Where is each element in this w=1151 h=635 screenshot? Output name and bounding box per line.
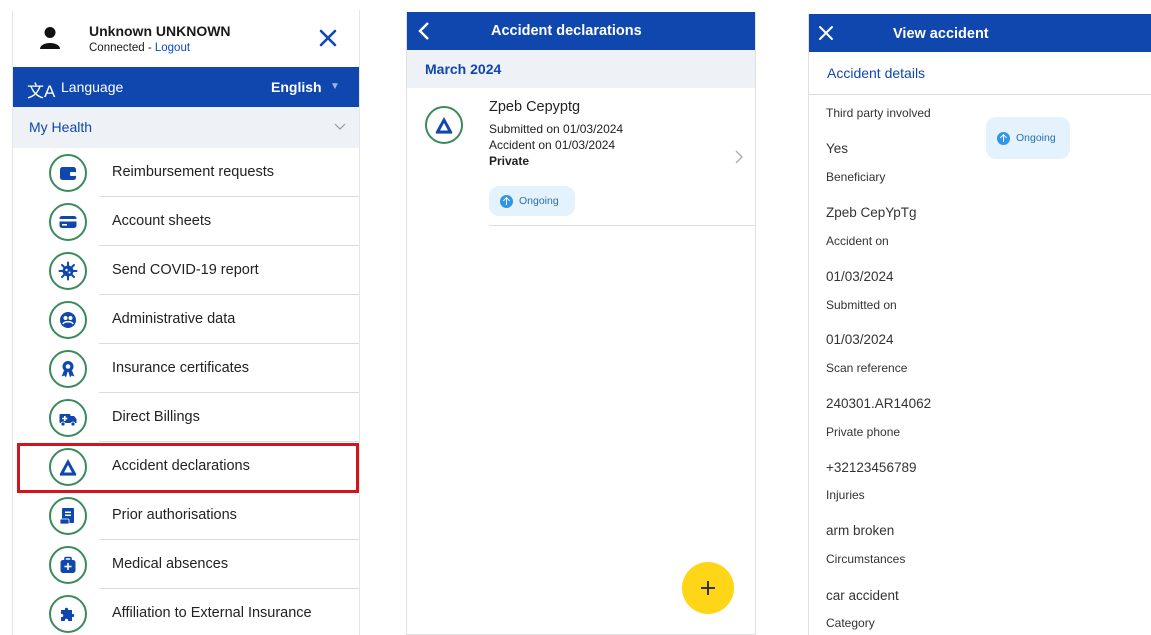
menu-item-label: Medical absences: [112, 556, 229, 572]
menu-item-reimbursement-requests[interactable]: Reimbursement requests: [13, 148, 359, 197]
month-label: March 2024: [425, 61, 502, 77]
field-value-circumstances: car accident: [826, 588, 899, 603]
certificate-badge-icon: [49, 350, 87, 388]
accident-list-panel: Accident declarations March 2024 Zpeb Ce…: [406, 12, 756, 635]
side-menu: Unknown UNKNOWN Connected - Logout 文A La…: [12, 10, 360, 635]
field-label-submitted-on: Submitted on: [826, 298, 897, 312]
menu-item-label: Insurance certificates: [112, 360, 250, 376]
field-value-injuries: arm broken: [826, 523, 895, 538]
user-header: Unknown UNKNOWN Connected - Logout: [13, 10, 359, 67]
accident-detail-panel: View accident Accident details Ongoing T…: [808, 14, 1151, 635]
chevron-right-icon: [735, 150, 743, 164]
language-label: Language: [61, 79, 124, 95]
back-arrow-icon[interactable]: [417, 21, 431, 41]
arrow-up-icon: [997, 132, 1010, 145]
menu-item-label: Send COVID-19 report: [112, 262, 259, 278]
accident-triangle-icon: [425, 106, 463, 144]
page-title: Accident declarations: [491, 23, 642, 39]
field-label-third-party: Third party involved: [826, 106, 931, 120]
virus-icon: [49, 252, 87, 290]
divider: [809, 94, 1151, 95]
arrow-up-icon: [500, 195, 513, 208]
menu-item-account-sheets[interactable]: Account sheets: [13, 197, 359, 246]
field-value-scan-reference: 240301.AR14062: [826, 396, 932, 411]
field-label-circumstances: Circumstances: [826, 552, 906, 566]
detail-header: View accident: [809, 14, 1151, 52]
menu-item-medical-absences[interactable]: Medical absences: [13, 540, 359, 589]
menu-item-send-covid-report[interactable]: Send COVID-19 report: [13, 246, 359, 295]
field-label-private-phone: Private phone: [826, 425, 901, 439]
status-badge: Ongoing: [489, 186, 575, 216]
menu-item-insurance-certificates[interactable]: Insurance certificates: [13, 344, 359, 393]
person-data-icon: [49, 301, 87, 339]
close-icon[interactable]: [817, 24, 835, 42]
field-value-beneficiary: Zpeb CepYpTg: [826, 205, 917, 220]
submitted-date: Submitted on 01/03/2024: [489, 122, 624, 136]
tab-accident-details[interactable]: Accident details: [827, 65, 925, 81]
connection-status: Connected - Logout: [89, 42, 191, 54]
field-label-scan-reference: Scan reference: [826, 361, 908, 375]
menu-item-label: Prior authorisations: [112, 507, 237, 523]
accident-date: Accident on 01/03/2024: [489, 138, 616, 152]
page-title: View accident: [893, 26, 989, 42]
menu-item-label: Account sheets: [112, 213, 212, 229]
list-header: Accident declarations: [407, 12, 755, 50]
menu-item-prior-authorisations[interactable]: Prior authorisations: [13, 491, 359, 540]
language-selector[interactable]: 文A Language English ▼: [13, 67, 359, 107]
medical-bag-icon: [49, 546, 87, 584]
ambulance-icon: [49, 399, 87, 437]
add-declaration-button[interactable]: [682, 562, 734, 614]
divider: [489, 225, 755, 226]
month-header: March 2024: [407, 50, 755, 88]
chevron-down-icon: [334, 123, 346, 130]
field-label-category: Category: [826, 616, 875, 630]
wallet-icon: [49, 154, 87, 192]
language-value: English: [271, 79, 322, 95]
field-value-private-phone: +32123456789: [826, 460, 917, 475]
close-icon[interactable]: [313, 23, 343, 53]
user-icon: [40, 27, 60, 49]
menu-item-label: Reimbursement requests: [112, 164, 274, 180]
puzzle-icon: [49, 595, 87, 633]
section-label: My Health: [29, 119, 93, 135]
caret-down-icon: ▼: [330, 81, 340, 92]
beneficiary-name: Zpeb Cepyptg: [489, 99, 581, 115]
section-my-health[interactable]: My Health: [13, 107, 359, 148]
field-label-injuries: Injuries: [826, 488, 865, 502]
field-value-third-party: Yes: [826, 141, 849, 156]
field-value-submitted-on: 01/03/2024: [826, 332, 894, 347]
field-value-accident-on: 01/03/2024: [826, 269, 894, 284]
menu-item-label: Affiliation to External Insurance: [112, 605, 312, 621]
menu-item-administrative-data[interactable]: Administrative data: [13, 295, 359, 344]
menu-item-direct-billings[interactable]: Direct Billings: [13, 393, 359, 442]
selected-item-highlight: [17, 443, 359, 493]
status-badge: Ongoing: [986, 117, 1070, 159]
accident-type: Private: [489, 154, 530, 168]
user-name: Unknown UNKNOWN: [89, 23, 231, 39]
translate-icon: 文A: [27, 82, 56, 101]
menu-item-label: Administrative data: [112, 311, 236, 327]
menu-item-label: Direct Billings: [112, 409, 200, 425]
logout-link[interactable]: Logout: [155, 42, 190, 54]
field-label-accident-on: Accident on: [826, 234, 889, 248]
menu-item-affiliation-external-insurance[interactable]: Affiliation to External Insurance: [13, 589, 359, 635]
credit-card-icon: [49, 203, 87, 241]
field-label-beneficiary: Beneficiary: [826, 170, 886, 184]
document-stamp-icon: [49, 497, 87, 535]
